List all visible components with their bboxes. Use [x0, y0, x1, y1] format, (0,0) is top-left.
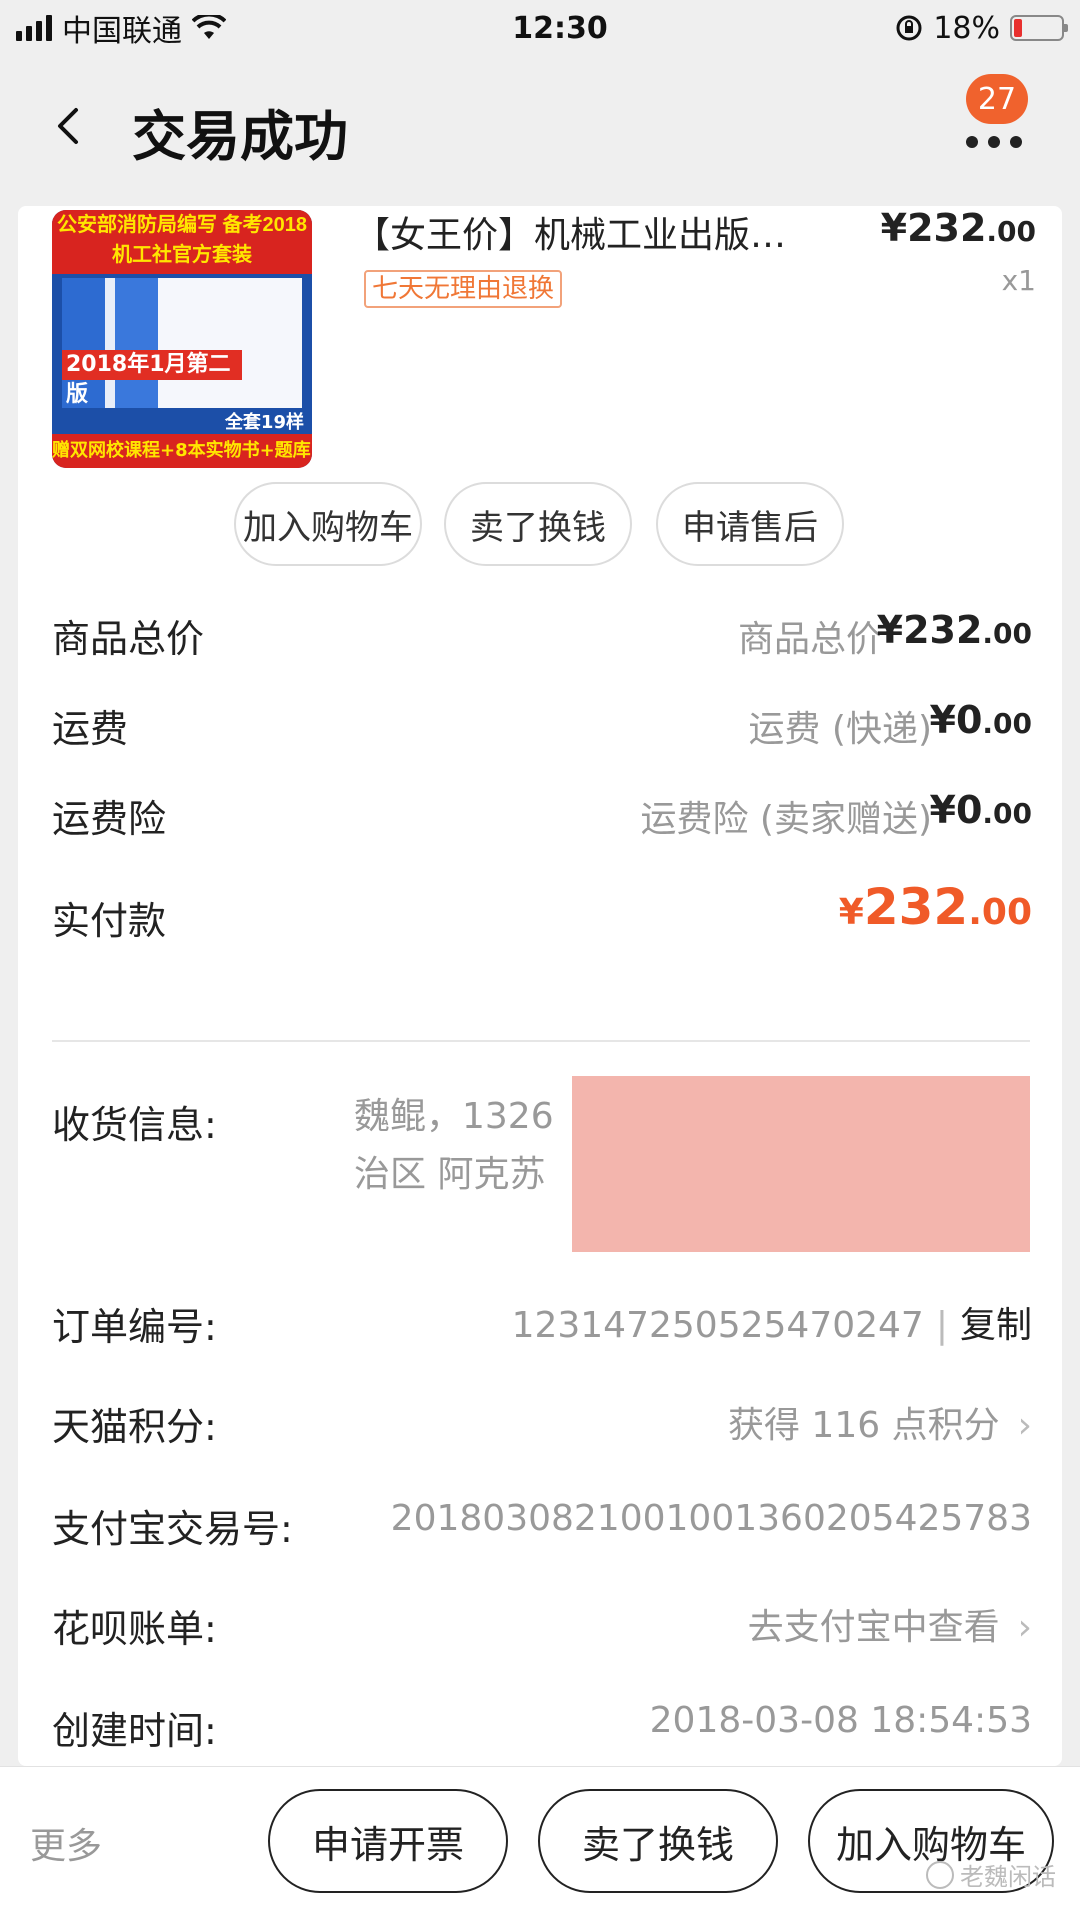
battery-icon: [1010, 15, 1068, 41]
currency-symbol: ¥: [929, 788, 956, 832]
product-title[interactable]: 【女王价】机械工业出版…: [354, 206, 854, 258]
chevron-right-icon: ›: [1017, 1405, 1032, 1446]
return-policy-tag: 七天无理由退换: [364, 270, 563, 308]
thumb-count: 全套19样: [224, 412, 304, 433]
shipping-info-label: 收货信息:: [52, 1103, 217, 1147]
tmall-points-link[interactable]: 获得 116 点积分 ›: [728, 1396, 1032, 1448]
tmall-points-label: 天猫积分:: [52, 1405, 217, 1449]
bottom-action-bar: 更多 申请开票 卖了换钱 加入购物车 老魏闲话: [0, 1766, 1080, 1920]
wifi-icon: [192, 15, 226, 39]
amount-integer: 0: [955, 698, 983, 742]
currency-symbol: ¥: [838, 892, 864, 933]
paid-amount-label: 实付款: [52, 899, 167, 943]
orientation-lock-icon: [896, 15, 922, 41]
after-sales-button[interactable]: 申请售后: [656, 482, 844, 566]
shipping-fee-desc: 运费 (快递): [748, 709, 932, 750]
battery-percent: 18%: [933, 10, 1000, 46]
redaction-box: [572, 1076, 1030, 1252]
amount-integer: 232: [903, 608, 983, 652]
request-invoice-button[interactable]: 申请开票: [268, 1789, 508, 1893]
product-image[interactable]: 公安部消防局编写 备考2018机工社官方套装 2018年1月第二版 全套19样 …: [52, 210, 312, 468]
copy-order-number-button[interactable]: 复制: [960, 1305, 1032, 1346]
amount-decimal: .00: [982, 617, 1032, 650]
tmall-points-value: 获得 116 点积分: [727, 1405, 1000, 1446]
shipping-fee-amount: ¥0.00: [929, 698, 1032, 742]
huabei-bill-label: 花呗账单:: [52, 1607, 217, 1651]
message-count-badge: 27: [966, 74, 1028, 124]
amount-decimal: .00: [982, 707, 1032, 740]
add-to-cart-button[interactable]: 加入购物车: [234, 482, 422, 566]
shipping-address: 魏鲲，1326 治区 阿克苏: [354, 1088, 594, 1204]
order-number: 123147250525470247 | 复制: [512, 1296, 1032, 1348]
signal-icon: [16, 15, 52, 41]
price-integer: 232: [907, 206, 987, 250]
page-title: 交易成功: [132, 105, 348, 168]
currency-symbol: ¥: [929, 698, 956, 742]
shipping-fee-label: 运费: [52, 707, 129, 751]
back-arrow-icon[interactable]: [50, 106, 90, 146]
created-time: 2018-03-08 18:54:53: [649, 1700, 1032, 1741]
total-price-amount: ¥232.00: [877, 608, 1032, 652]
carrier-name: 中国联通: [62, 14, 182, 49]
shipping-insurance-desc: 运费险 (卖家赠送): [640, 799, 932, 840]
alipay-trade-number: 2018030821001001360205425783: [390, 1498, 1032, 1539]
shipping-address-line2: 治区 阿克苏: [354, 1154, 546, 1195]
order-number-value: 123147250525470247: [511, 1305, 924, 1346]
thumb-banner-bottom: 赠双网校课程+8本实物书+题库+真题: [52, 434, 312, 468]
currency-symbol: ¥: [876, 608, 904, 652]
chevron-right-icon: ›: [1017, 1607, 1032, 1648]
order-number-label: 订单编号:: [52, 1305, 217, 1349]
status-bar: 中国联通 12:30 18%: [0, 0, 1080, 56]
nav-header: 交易成功 27: [0, 56, 1080, 200]
section-divider: [52, 1040, 1030, 1042]
more-dots-icon: [966, 136, 1022, 148]
thumb-edition: 2018年1月第二版: [62, 350, 242, 407]
shipping-insurance-amount: ¥0.00: [929, 788, 1032, 832]
amount-integer: 0: [955, 788, 983, 832]
watermark: 老魏闲话: [926, 1857, 1056, 1892]
total-price-desc: 商品总价: [737, 619, 882, 660]
paid-amount: ¥232.00: [839, 878, 1032, 936]
thumb-books-graphic: [62, 278, 302, 408]
product-price: ¥232.00: [881, 206, 1036, 250]
price-decimal: .00: [986, 215, 1036, 248]
shipping-insurance-label: 运费险: [52, 797, 167, 841]
separator: |: [935, 1305, 948, 1346]
shipping-address-line1: 魏鲲，1326: [354, 1096, 554, 1137]
huabei-bill-link[interactable]: 去支付宝中查看 ›: [748, 1598, 1032, 1650]
alipay-trade-label: 支付宝交易号:: [52, 1507, 293, 1551]
sell-for-cash-button[interactable]: 卖了换钱: [444, 482, 632, 566]
product-quantity: x1: [1001, 264, 1036, 297]
huabei-bill-value: 去支付宝中查看: [747, 1607, 1000, 1648]
more-menu-button[interactable]: 27: [962, 74, 1032, 164]
amount-decimal: .00: [982, 797, 1032, 830]
currency-symbol: ¥: [880, 206, 908, 250]
sell-for-cash-bottom-button[interactable]: 卖了换钱: [538, 1789, 778, 1893]
created-time-label: 创建时间:: [52, 1709, 217, 1753]
total-price-label: 商品总价: [52, 617, 205, 661]
wechat-icon: [926, 1860, 954, 1889]
watermark-text: 老魏闲话: [960, 1863, 1056, 1891]
order-detail-card: 公安部消防局编写 备考2018机工社官方套装 2018年1月第二版 全套19样 …: [18, 206, 1062, 1766]
amount-integer: 232: [863, 878, 969, 936]
amount-decimal: .00: [968, 892, 1032, 933]
more-link[interactable]: 更多: [30, 1817, 102, 1869]
item-actions: 加入购物车 卖了换钱 申请售后: [18, 482, 1062, 568]
clock: 12:30: [512, 10, 608, 46]
thumb-banner-top: 公安部消防局编写 备考2018机工社官方套装: [52, 210, 312, 274]
